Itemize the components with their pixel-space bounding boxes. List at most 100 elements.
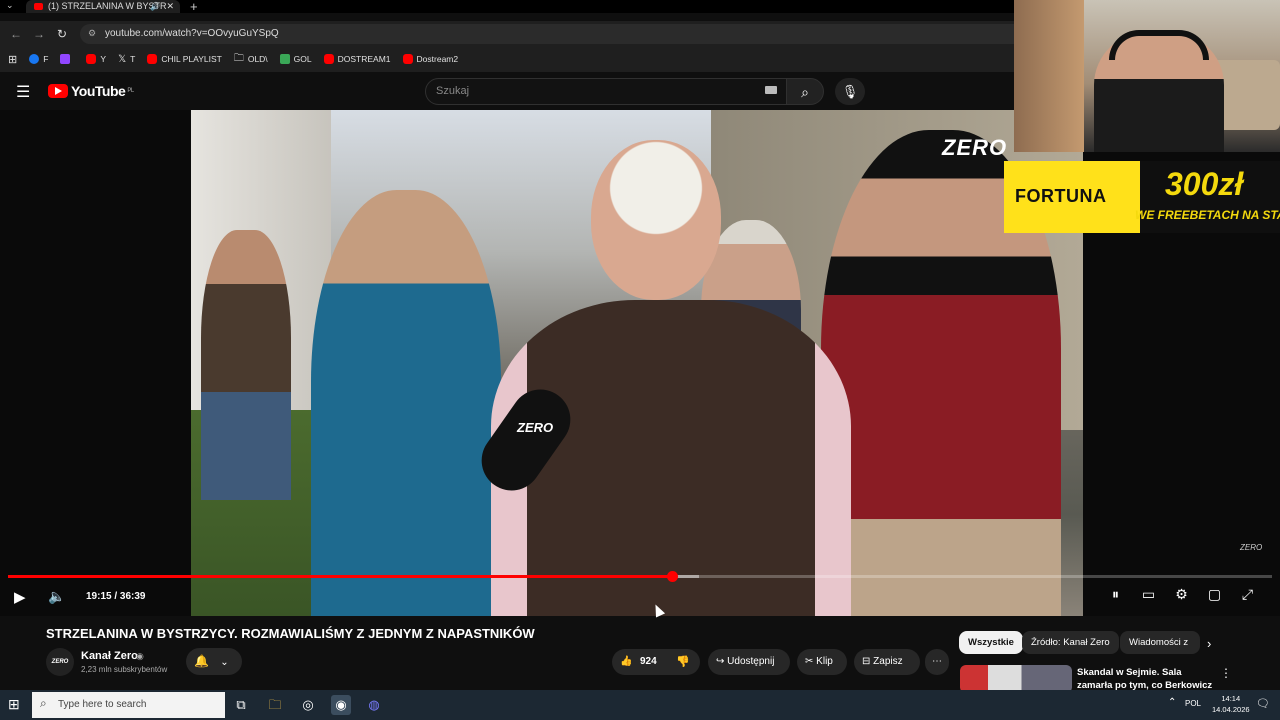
player-right-controls: ⏸ ▭ ⚙ ▢ ⤢ xyxy=(1105,586,1258,603)
tray-chevron-up-icon[interactable]: ⌃ xyxy=(1168,697,1176,708)
task-view-icon[interactable]: ⧉ xyxy=(231,695,251,715)
bookmark-x[interactable]: 𝕏T xyxy=(118,54,135,65)
bookmark-icon: ⊟ xyxy=(862,656,874,667)
address-bar[interactable]: youtube.com/watch?v=OOvyuGuYSpQ xyxy=(80,24,1014,44)
subtitles-icon[interactable]: ▭ xyxy=(1138,586,1159,603)
logo-text: YouTube xyxy=(71,83,126,99)
channel-avatar[interactable]: ZERO xyxy=(46,648,74,676)
search-placeholder: Szukaj xyxy=(436,85,470,97)
discord-icon[interactable]: ◍ xyxy=(364,695,384,715)
notification-icon[interactable]: 🗨 xyxy=(1256,697,1270,710)
headset xyxy=(1109,30,1209,60)
dislike-icon[interactable]: 👎 xyxy=(676,649,690,675)
woman-head xyxy=(591,140,721,300)
file-explorer-icon[interactable]: 🗀 xyxy=(265,695,285,715)
obs-icon[interactable]: ◎ xyxy=(298,695,318,715)
youtube-logo[interactable]: YouTube PL xyxy=(48,83,134,99)
bookmark-twitch[interactable] xyxy=(60,54,74,64)
bookmark-facebook[interactable]: F xyxy=(29,54,48,64)
bookmarks-bar: ⊞ F Y 𝕏T CHIL PLAYLIST 🗀 OLD\ GOL DOSTREA… xyxy=(0,46,1014,72)
microphone-label: ZERO xyxy=(517,420,554,435)
twitch-icon xyxy=(60,54,71,64)
like-count[interactable]: 924 xyxy=(640,649,657,675)
search-icon: ⌕ xyxy=(40,696,47,710)
bystander-left xyxy=(201,230,291,500)
youtube-icon xyxy=(323,54,334,64)
play-button[interactable]: ▶ xyxy=(14,588,26,606)
more-icon: ⋯ xyxy=(932,656,942,667)
search-icon: ⌕ xyxy=(801,84,809,100)
more-actions-button[interactable]: ⋯ xyxy=(925,649,949,675)
search-button[interactable]: ⌕ xyxy=(786,78,824,105)
related-video-thumbnail[interactable] xyxy=(960,665,1072,693)
video-frame[interactable]: ZERO xyxy=(191,110,1083,616)
man-blue-jacket xyxy=(311,190,501,616)
fortuna-amount: 300zł xyxy=(1165,166,1244,202)
audio-icon[interactable]: 🔊 xyxy=(150,0,160,13)
scissors-icon: ✂ xyxy=(805,656,817,667)
apps-icon[interactable]: ⊞ xyxy=(8,53,17,66)
url-text: youtube.com/watch?v=OOvyuGuYSpQ xyxy=(105,28,279,39)
channel-name[interactable]: Kanał Zero xyxy=(81,650,138,662)
taskbar-search-placeholder: Type here to search xyxy=(58,699,147,710)
back-icon[interactable]: ← xyxy=(10,27,22,41)
taskbar-search[interactable]: Type here to search xyxy=(32,692,225,718)
bookmark-youtube[interactable]: Y xyxy=(86,54,106,64)
clock-time: 14:14 xyxy=(1221,694,1241,703)
keyboard-icon[interactable] xyxy=(765,86,777,94)
youtube-icon xyxy=(86,54,97,64)
subscribe-notifications-button[interactable]: 🔔 ⌄ xyxy=(186,648,242,675)
chrome-icon[interactable]: ◉ xyxy=(331,695,351,715)
chip-news[interactable]: Wiadomości z xyxy=(1120,631,1200,654)
folder-icon: 🗀 xyxy=(233,52,244,64)
clip-button[interactable]: ✂ Klip xyxy=(797,649,847,675)
fullscreen-icon[interactable]: ⤢ xyxy=(1237,586,1258,603)
bookmark-chil-playlist[interactable]: CHIL PLAYLIST xyxy=(147,54,222,64)
windows-start-icon[interactable]: ⊞ xyxy=(8,696,20,713)
site-info-icon[interactable]: ⚙ xyxy=(88,28,96,39)
bookmark-folder-old[interactable]: 🗀 OLD\ xyxy=(234,51,268,68)
search-input[interactable]: Szukaj xyxy=(425,78,787,105)
microphone-icon: 🎙 xyxy=(841,84,859,99)
bookmark-gol[interactable]: GOL xyxy=(279,54,312,64)
share-icon: ↪ xyxy=(716,656,728,667)
volume-icon[interactable]: 🔈 xyxy=(48,588,65,605)
clock[interactable]: 14:14 14.04.2026 xyxy=(1212,693,1250,715)
verified-icon: ◉ xyxy=(136,651,144,661)
reload-icon[interactable]: ↻ xyxy=(57,27,67,41)
related-more-icon[interactable]: ⋮ xyxy=(1220,666,1232,680)
chip-all[interactable]: Wszystkie xyxy=(959,631,1023,654)
chip-source[interactable]: Źródło: Kanał Zero xyxy=(1022,631,1119,654)
bell-icon: 🔔 xyxy=(194,654,209,668)
new-tab-button[interactable]: + xyxy=(190,0,198,14)
progress-scrubber[interactable] xyxy=(666,571,678,582)
autoplay-toggle-icon[interactable]: ⏸ xyxy=(1105,586,1126,603)
like-icon[interactable]: 👍 xyxy=(620,649,632,675)
language-indicator[interactable]: POL xyxy=(1185,699,1201,708)
youtube-icon xyxy=(147,54,158,64)
voice-search-button[interactable]: 🎙 xyxy=(835,78,865,105)
menu-icon[interactable]: ☰ xyxy=(16,82,30,102)
tab-search-icon[interactable]: ⌄ xyxy=(6,0,14,11)
close-tab-icon[interactable]: ✕ xyxy=(166,0,174,13)
chevron-down-icon: ⌄ xyxy=(220,657,229,668)
progress-played xyxy=(8,575,672,578)
youtube-icon xyxy=(402,54,413,64)
bookmark-dostream1[interactable]: DOSTREAM1 xyxy=(323,54,391,64)
bookmark-dostream2[interactable]: Dostream2 xyxy=(402,54,458,64)
save-button[interactable]: ⊟ Zapisz xyxy=(854,649,920,675)
fortuna-brand: FORTUNA xyxy=(1015,186,1107,206)
settings-icon[interactable]: ⚙ xyxy=(1171,586,1192,603)
youtube-favicon-icon xyxy=(34,3,43,10)
theater-mode-icon[interactable]: ▢ xyxy=(1204,586,1225,603)
x-icon: 𝕏 xyxy=(118,53,127,65)
browser-tab[interactable]: (1) STRZELANINA W BYSTR 🔊 ✕ xyxy=(26,0,180,13)
time-display: 19:15 / 36:39 xyxy=(86,591,146,602)
facebook-icon xyxy=(29,54,40,64)
forward-icon[interactable]: → xyxy=(33,27,45,41)
chevron-right-icon[interactable]: › xyxy=(1207,636,1211,651)
subscriber-count: 2,23 mln subskrybentów xyxy=(81,665,168,674)
logo-region: PL xyxy=(127,88,134,94)
video-title: STRZELANINA W BYSTRZYCY. ROZMAWIALIŚMY Z… xyxy=(46,626,535,641)
share-button[interactable]: ↪ Udostępnij xyxy=(708,649,790,675)
